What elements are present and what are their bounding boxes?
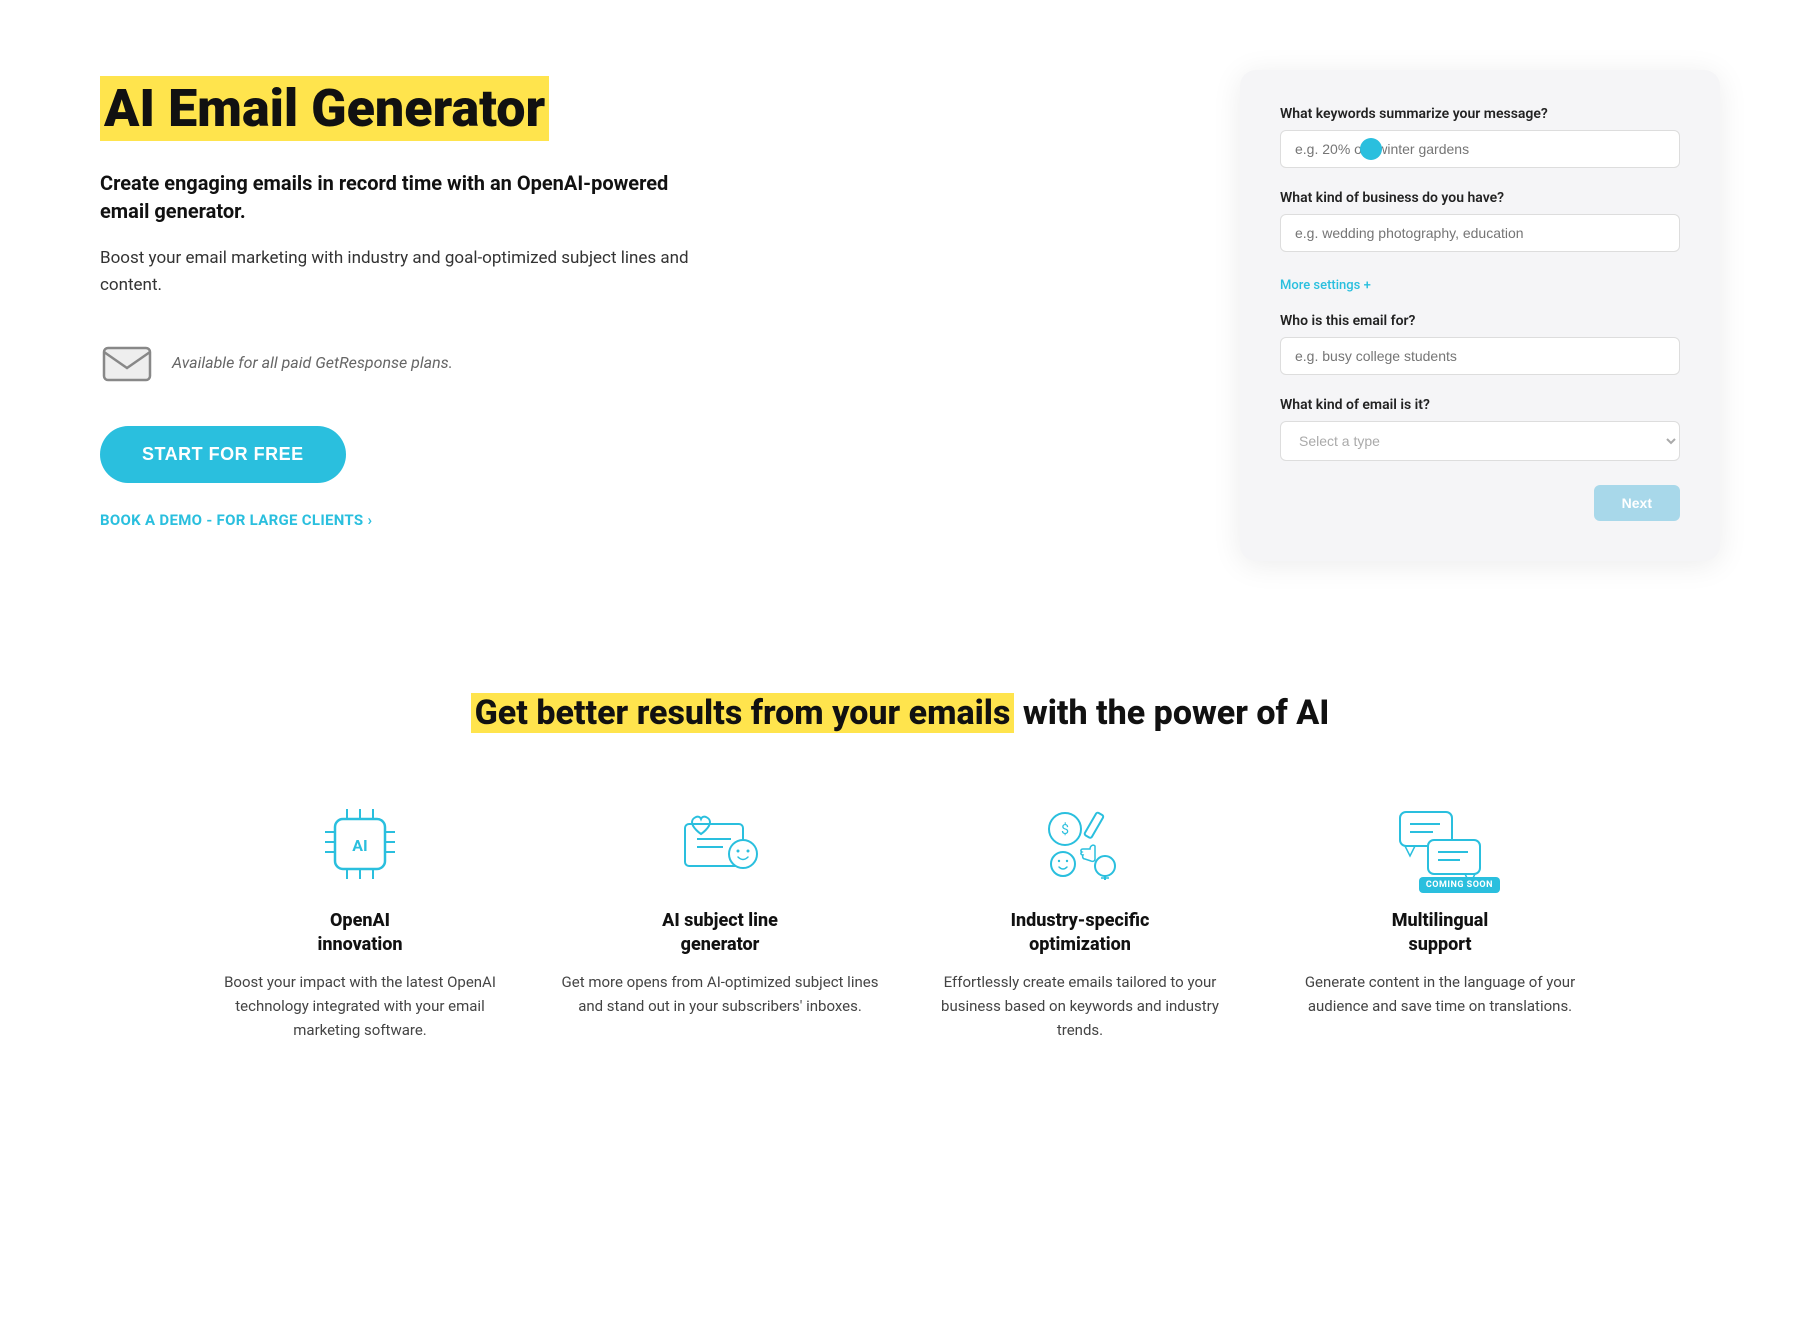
subject-line-icon-wrap [670,799,770,889]
openai-icon: AI [315,804,405,884]
industry-icon: $ [1035,804,1125,884]
heading-highlighted: Get better results from your emails [471,693,1015,733]
svg-text:$: $ [1061,821,1069,838]
audience-input[interactable] [1280,337,1680,375]
hero-title: AI Email Generator [100,76,549,141]
multilingual-title: Multilingualsupport [1392,909,1489,956]
keyword-dot-decoration [1360,138,1382,160]
coming-soon-badge: COMING SOON [1419,877,1500,893]
business-input[interactable] [1280,214,1680,252]
multilingual-icon [1395,804,1485,884]
industry-icon-wrap: $ [1030,799,1130,889]
hero-left: AI Email Generator Create engaging email… [100,60,720,529]
multilingual-icon-wrap: COMING SOON [1390,799,1490,889]
multilingual-desc: Generate content in the language of your… [1280,970,1600,1018]
keyword-wrapper [1280,130,1680,168]
subject-line-desc: Get more opens from AI-optimized subject… [560,970,880,1018]
plan-notice-text: Available for all paid GetResponse plans… [172,353,453,372]
heading-rest: with the power of AI [1014,693,1329,733]
industry-title: Industry-specificoptimization [1011,909,1150,956]
feature-subject-line: AI subject linegenerator Get more opens … [560,799,880,1042]
svg-text:AI: AI [352,836,367,855]
subject-line-icon [675,804,765,884]
openai-desc: Boost your impact with the latest OpenAI… [200,970,520,1042]
audience-group: Who is this email for? [1280,313,1680,375]
business-group: What kind of business do you have? [1280,190,1680,252]
plan-notice: Available for all paid GetResponse plans… [100,336,720,390]
hero-description: Boost your email marketing with industry… [100,245,720,299]
book-demo-link[interactable]: BOOK A DEMO - FOR LARGE CLIENTS › [100,511,720,529]
keyword-label: What keywords summarize your message? [1280,106,1680,122]
title-wrapper: AI Email Generator [100,80,720,137]
next-button[interactable]: Next [1594,485,1680,521]
email-type-group: What kind of email is it? Select a type [1280,397,1680,461]
start-for-free-button[interactable]: START FOR FREE [100,426,346,483]
email-icon [100,336,154,390]
audience-label: Who is this email for? [1280,313,1680,329]
features-grid: AI [200,799,1600,1042]
hero-subtitle: Create engaging emails in record time wi… [100,169,720,225]
section-heading: Get better results from your emails with… [80,691,1720,735]
keyword-group: What keywords summarize your message? [1280,106,1680,168]
email-type-label: What kind of email is it? [1280,397,1680,413]
hero-section: AI Email Generator Create engaging email… [0,0,1800,621]
feature-multilingual: COMING SOON Multilingualsupport Generate… [1280,799,1600,1042]
openai-title: OpenAIinnovation [317,909,402,956]
features-section: Get better results from your emails with… [0,621,1800,1122]
subject-line-title: AI subject linegenerator [662,909,778,956]
feature-industry: $ Industry-specificoptimization [920,799,1240,1042]
email-type-select[interactable]: Select a type [1280,421,1680,461]
feature-openai: AI [200,799,520,1042]
openai-icon-wrap: AI [310,799,410,889]
business-label: What kind of business do you have? [1280,190,1680,206]
more-settings-link[interactable]: More settings + [1280,278,1371,293]
industry-desc: Effortlessly create emails tailored to y… [920,970,1240,1042]
form-card: What keywords summarize your message? Wh… [1240,70,1720,561]
keyword-input[interactable] [1280,130,1680,168]
